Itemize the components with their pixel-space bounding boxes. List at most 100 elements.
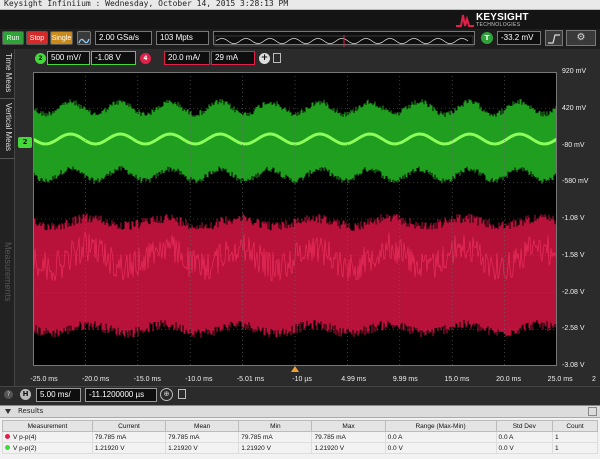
measurement-value-cell: 0.0 A <box>495 431 554 443</box>
tab-time-meas[interactable]: Time Meas <box>0 51 15 99</box>
time-position-field[interactable]: -11.1200000 µs <box>85 388 157 402</box>
results-panel: Results Measurement Current Mean Min Max Rang… <box>0 405 600 459</box>
bottom-axis-label: 4.99 ms <box>341 376 367 383</box>
channel-4-offset-field[interactable]: 29 mA <box>211 51 255 65</box>
results-column-header[interactable]: Range (Max-Min) <box>384 420 497 432</box>
measurement-value-cell: 79.785 mA <box>238 431 313 443</box>
bottom-axis-label: -5.01 ms <box>236 376 265 383</box>
table-row[interactable]: V p-p(2) 1.21920 V 1.21920 V 1.21920 V 1.219… <box>2 442 598 454</box>
horizontal-badge[interactable]: H <box>20 389 31 400</box>
results-close-icon[interactable] <box>588 407 597 416</box>
zoom-icon[interactable]: ⊕ <box>160 388 173 401</box>
bottom-axis-label: 20.0 ms <box>496 376 521 383</box>
add-channel-icon[interactable]: + <box>259 53 270 64</box>
keysight-logo: KEYSIGHT TECHNOLOGIES <box>456 12 546 30</box>
tab-vertical-meas[interactable]: Vertical Meas <box>0 101 15 159</box>
bottom-axis-label: -25.0 ms <box>30 376 58 383</box>
right-axis-label: 420 mV <box>562 104 587 112</box>
right-axis-label: -3.08 V <box>562 362 585 369</box>
channel-color-dot-icon <box>5 434 10 440</box>
tab-measurements[interactable]: Measurements <box>0 240 15 320</box>
channel-2-badge[interactable]: 2 <box>35 53 46 64</box>
right-axis-label: 920 mV <box>562 68 587 75</box>
bottom-axis-label: -15.0 ms <box>133 376 161 383</box>
measurement-name-cell: V p-p(2) <box>2 442 93 454</box>
right-axis-label: -1.08 V <box>562 215 585 222</box>
run-button[interactable]: Run <box>2 31 24 45</box>
trigger-level-field[interactable]: -33.2 mV <box>497 31 541 45</box>
tab-measurements-label: Measurements <box>3 242 13 302</box>
results-column-header[interactable]: Count <box>552 420 598 432</box>
bottom-axis-label: -20.0 ms <box>81 376 110 383</box>
right-axis-label: -1.58 V <box>562 251 585 259</box>
brand-sub: TECHNOLOGIES <box>476 22 521 28</box>
results-column-header[interactable]: Current <box>91 420 167 432</box>
measurement-value-cell: 79.785 mA <box>311 431 386 443</box>
overview-wave <box>214 35 474 47</box>
autoscale-icon[interactable] <box>77 31 91 45</box>
channel-2-scale-field[interactable]: 500 mV/ <box>47 51 90 65</box>
tab-time-meas-label: Time Meas <box>4 53 13 93</box>
time-scale-field[interactable]: 5.00 ms/ <box>36 388 81 402</box>
memory-depth-field[interactable]: 103 Mpts <box>156 31 209 45</box>
trigger-badge[interactable]: T <box>481 32 493 44</box>
bottom-axis-label: -10 µs <box>292 376 312 383</box>
results-body: V p-p(4) 79.785 mA 79.785 mA 79.785 mA 79.78… <box>2 431 598 454</box>
stop-button[interactable]: Stop <box>26 31 48 45</box>
measurement-value-cell: 1 <box>552 442 598 454</box>
scope-window: Keysight Infiniium : Wednesday, October … <box>0 0 600 459</box>
left-side-tabs <box>0 49 15 386</box>
channel-4-badge[interactable]: 4 <box>140 53 151 64</box>
title-bar: Keysight Infiniium : Wednesday, October … <box>0 0 600 10</box>
tab-vertical-meas-label: Vertical Meas <box>4 103 13 152</box>
results-column-header[interactable]: Min <box>238 420 313 432</box>
channel-4-scale-field[interactable]: 20.0 mA/ <box>164 51 210 65</box>
measurement-value-cell: 0.0 V <box>495 442 554 454</box>
channel-color-dot-icon <box>5 445 10 451</box>
waveform-display[interactable] <box>33 72 557 366</box>
results-column-header[interactable]: Std Dev <box>495 420 554 432</box>
results-column-header[interactable]: Max <box>311 420 386 432</box>
help-icon[interactable]: ? <box>4 390 13 399</box>
channel-bar <box>0 49 600 67</box>
results-column-header[interactable]: Mean <box>165 420 240 432</box>
bottom-axis-label: -10.0 ms <box>185 376 213 383</box>
measurement-value-cell: 1 <box>552 431 598 443</box>
right-axis-label: -2.08 V <box>562 288 585 296</box>
measurement-name-cell: V p-p(4) <box>2 431 93 443</box>
autoscale-wave-icon <box>78 38 90 44</box>
measurement-value-cell: 0.0 A <box>384 431 497 443</box>
single-button[interactable]: Single <box>50 31 73 45</box>
horizontal-dock-icon[interactable] <box>178 389 186 399</box>
measurement-value-cell: 79.785 mA <box>165 431 240 443</box>
bottom-axis-extra-label: 2 <box>592 376 596 383</box>
results-column-header[interactable]: Measurement <box>2 420 93 432</box>
measurement-value-cell: 79.785 mA <box>91 431 167 443</box>
measurement-value-cell: 1.21920 V <box>238 442 313 454</box>
channel-2-offset-field[interactable]: -1.08 V <box>91 51 136 65</box>
channel-4-noise-band <box>33 213 557 338</box>
results-table: Measurement Current Mean Min Max Range (Max-M… <box>2 420 598 454</box>
window-title: Keysight Infiniium : Wednesday, October … <box>4 0 289 8</box>
table-row[interactable]: V p-p(4) 79.785 mA 79.785 mA 79.785 mA 79.78… <box>2 431 598 443</box>
measurement-name: V p-p(2) <box>13 444 37 452</box>
sample-rate-field[interactable]: 2.00 GSa/s <box>95 31 152 45</box>
bottom-axis-label: 9.99 ms <box>392 376 418 383</box>
collapse-icon[interactable] <box>5 409 11 414</box>
trigger-edge-icon[interactable] <box>545 30 563 46</box>
trigger-position-marker[interactable] <box>291 366 299 372</box>
results-header-row: Measurement Current Mean Min Max Range (Max-M… <box>2 420 598 432</box>
waveform-overview[interactable] <box>213 31 475 47</box>
results-header: Results <box>0 406 600 418</box>
keysight-wave-icon <box>456 14 474 27</box>
dock-icon[interactable] <box>273 53 281 63</box>
bottom-axis-label: 15.0 ms <box>444 376 470 383</box>
graticule <box>33 72 557 366</box>
measurement-value-cell: 1.21920 V <box>165 442 240 454</box>
right-axis-label: -2.58 V <box>562 325 585 333</box>
bottom-axis-label: 25.0 ms <box>547 376 573 383</box>
settings-icon[interactable]: ⚙ <box>566 30 596 46</box>
channel-2-ground-marker[interactable]: 2 <box>18 137 32 148</box>
results-title: Results <box>18 407 44 415</box>
right-axis-label: -580 mV <box>562 178 589 186</box>
